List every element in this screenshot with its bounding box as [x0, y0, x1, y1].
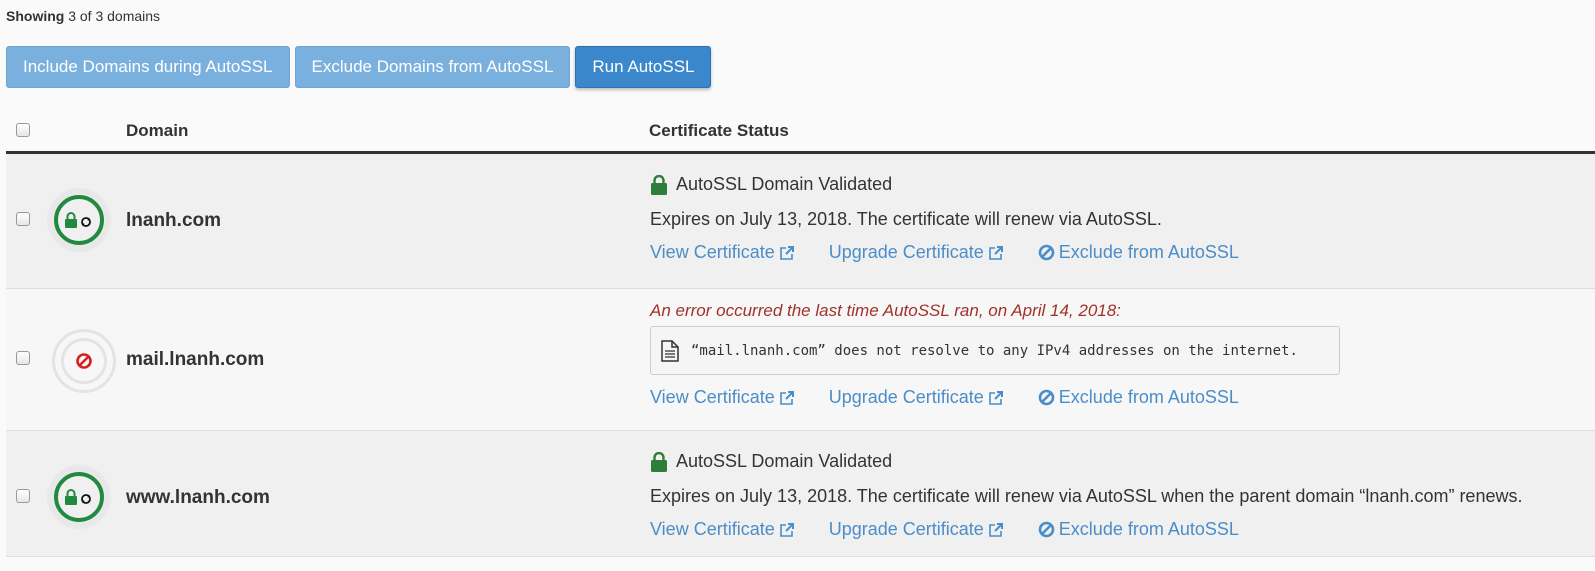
- include-domains-button[interactable]: Include Domains during AutoSSL: [6, 46, 290, 88]
- certificate-status: An error occurred the last time AutoSSL …: [650, 301, 1340, 408]
- exclude-label: Exclude from AutoSSL: [1058, 519, 1239, 539]
- external-link-icon: [988, 245, 1003, 260]
- validated-status: AutoSSL Domain Validated: [676, 174, 893, 194]
- view-certificate-label: View Certificate: [650, 242, 775, 262]
- domain-name: lnanh.com: [126, 210, 222, 231]
- view-certificate-link[interactable]: View Certificate: [650, 242, 795, 263]
- lock-sync-icon: [65, 489, 91, 505]
- row-checkbox[interactable]: [16, 489, 30, 503]
- domains-table: Domain Certificate Status lnanh.com Auto…: [6, 108, 1595, 557]
- status-indicator: [52, 329, 116, 393]
- error-detail-text: “mail.lnanh.com” does not resolve to any…: [691, 342, 1298, 359]
- exclude-from-autossl-link[interactable]: Exclude from AutoSSL: [1038, 519, 1239, 540]
- view-certificate-label: View Certificate: [650, 387, 775, 407]
- showing-count: Showing 3 of 3 domains: [6, 8, 160, 24]
- domain-name: mail.lnanh.com: [126, 349, 265, 370]
- autossl-domains-panel: Showing 3 of 3 domains Include Domains d…: [0, 0, 1595, 571]
- showing-text: 3 of 3 domains: [68, 8, 161, 24]
- table-row: mail.lnanh.com An error occurred the las…: [6, 289, 1595, 431]
- external-link-icon: [779, 522, 794, 537]
- ban-icon: [1038, 244, 1055, 261]
- exclude-label: Exclude from AutoSSL: [1058, 387, 1239, 407]
- external-link-icon: [988, 522, 1003, 537]
- run-autossl-button[interactable]: Run AutoSSL: [575, 46, 712, 88]
- exclude-domains-button[interactable]: Exclude Domains from AutoSSL: [294, 46, 571, 88]
- upgrade-certificate-label: Upgrade Certificate: [828, 387, 984, 407]
- upgrade-certificate-label: Upgrade Certificate: [828, 242, 984, 262]
- domain-name: www.lnanh.com: [126, 487, 270, 508]
- exclude-from-autossl-link[interactable]: Exclude from AutoSSL: [1038, 387, 1239, 408]
- external-link-icon: [779, 390, 794, 405]
- external-link-icon: [779, 245, 794, 260]
- exclude-label: Exclude from AutoSSL: [1058, 242, 1239, 262]
- certificate-status: AutoSSL Domain Validated Expires on July…: [650, 451, 1522, 540]
- status-indicator: [47, 188, 111, 252]
- ban-icon: [76, 353, 92, 369]
- toolbar: Include Domains during AutoSSL Exclude D…: [6, 46, 712, 88]
- view-certificate-link[interactable]: View Certificate: [650, 519, 795, 540]
- upgrade-certificate-link[interactable]: Upgrade Certificate: [829, 519, 1004, 540]
- showing-label: Showing: [6, 8, 65, 24]
- row-checkbox[interactable]: [16, 351, 30, 365]
- domain-column-header[interactable]: Domain: [126, 121, 188, 141]
- error-message: An error occurred the last time AutoSSL …: [650, 301, 1121, 320]
- file-text-icon: [661, 339, 679, 362]
- upgrade-certificate-label: Upgrade Certificate: [828, 519, 984, 539]
- table-header: Domain Certificate Status: [6, 108, 1595, 154]
- certificate-status: AutoSSL Domain Validated Expires on July…: [650, 174, 1239, 263]
- upgrade-certificate-link[interactable]: Upgrade Certificate: [829, 242, 1004, 263]
- certificate-status-column-header[interactable]: Certificate Status: [649, 121, 789, 141]
- expiry-text: Expires on July 13, 2018. The certificat…: [650, 486, 1523, 506]
- error-detail-box: “mail.lnanh.com” does not resolve to any…: [650, 326, 1340, 375]
- ban-icon: [1038, 521, 1055, 538]
- view-certificate-link[interactable]: View Certificate: [650, 387, 795, 408]
- status-indicator: [47, 465, 111, 529]
- validated-status: AutoSSL Domain Validated: [676, 451, 893, 471]
- lock-sync-icon: [65, 212, 91, 228]
- row-checkbox[interactable]: [16, 212, 30, 226]
- exclude-from-autossl-link[interactable]: Exclude from AutoSSL: [1038, 242, 1239, 263]
- expiry-text: Expires on July 13, 2018. The certificat…: [650, 209, 1162, 229]
- select-all-checkbox[interactable]: [16, 123, 30, 137]
- ban-icon: [1038, 389, 1055, 406]
- lock-icon: [651, 174, 667, 195]
- table-row: lnanh.com AutoSSL Domain Validated Expir…: [6, 154, 1595, 289]
- view-certificate-label: View Certificate: [650, 519, 775, 539]
- external-link-icon: [988, 390, 1003, 405]
- table-row: www.lnanh.com AutoSSL Domain Validated E…: [6, 431, 1595, 557]
- lock-icon: [651, 451, 667, 472]
- upgrade-certificate-link[interactable]: Upgrade Certificate: [829, 387, 1004, 408]
